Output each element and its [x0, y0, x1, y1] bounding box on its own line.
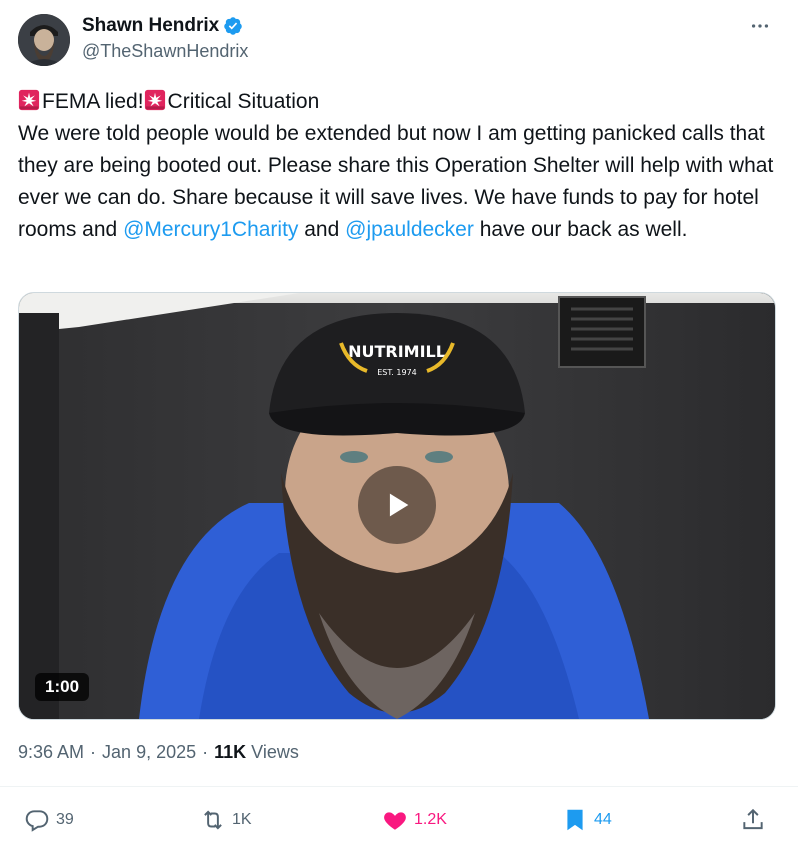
rotating-light-emoji-icon — [144, 89, 165, 111]
rotating-light-emoji-icon — [18, 89, 40, 111]
tweet-meta: 9:36 AM · Jan 9, 2025 · 11K Views — [18, 740, 299, 764]
tweet-body-part2: and — [298, 218, 346, 241]
action-bar: 39 1K 1.2K 44 — [0, 786, 798, 847]
verified-badge-icon — [224, 17, 242, 35]
share-button[interactable] — [740, 807, 766, 833]
tweet-text: FEMA lied! Critical Situation We were to… — [18, 86, 778, 246]
tweet-headline: FEMA lied! Critical Situation — [18, 86, 778, 118]
repost-icon — [204, 810, 222, 830]
mention-mercury1charity[interactable]: @Mercury1Charity — [123, 218, 298, 241]
headline-part-a: FEMA lied! — [42, 90, 144, 113]
meta-separator: · — [90, 742, 97, 762]
views: 11K Views — [214, 740, 299, 764]
meta-separator: · — [202, 742, 209, 762]
mention-jpauldecker[interactable]: @jpauldecker — [345, 218, 474, 241]
bookmark-button[interactable]: 44 — [562, 807, 612, 833]
views-label: Views — [251, 742, 299, 762]
bookmark-count: 44 — [594, 811, 612, 828]
video-player[interactable]: NUTRIMILL EST. 1974 1:00 — [18, 292, 776, 720]
tweet: Shawn Hendrix @TheShawnHendrix FEMA lied… — [0, 0, 798, 854]
heart-icon — [384, 812, 406, 830]
tweet-body-part3: have our back as well. — [473, 218, 688, 241]
play-icon[interactable] — [358, 466, 436, 544]
repost-count: 1K — [232, 811, 252, 828]
hat-logo-subtext: EST. 1974 — [377, 368, 417, 377]
reply-button[interactable]: 39 — [24, 807, 74, 833]
bookmark-icon — [567, 809, 583, 831]
avatar[interactable] — [18, 14, 70, 66]
like-button[interactable]: 1.2K — [382, 807, 447, 833]
like-count: 1.2K — [414, 811, 447, 828]
display-name-text[interactable]: Shawn Hendrix — [82, 14, 219, 38]
tweet-time[interactable]: 9:36 AM — [18, 740, 84, 764]
tweet-body: We were told people would be extended bu… — [18, 118, 778, 246]
tweet-date[interactable]: Jan 9, 2025 — [102, 740, 196, 764]
more-horizontal-icon[interactable] — [746, 12, 774, 40]
views-count: 11K — [214, 742, 247, 762]
hat-logo-text: NUTRIMILL — [348, 342, 446, 361]
repost-button[interactable]: 1K — [200, 807, 252, 833]
reply-count: 39 — [56, 811, 74, 828]
share-icon — [743, 808, 763, 830]
reply-icon — [25, 810, 49, 832]
video-duration: 1:00 — [35, 673, 90, 701]
display-name[interactable]: Shawn Hendrix — [82, 14, 243, 38]
headline-part-b: Critical Situation — [167, 90, 320, 113]
handle[interactable]: @TheShawnHendrix — [82, 40, 248, 62]
